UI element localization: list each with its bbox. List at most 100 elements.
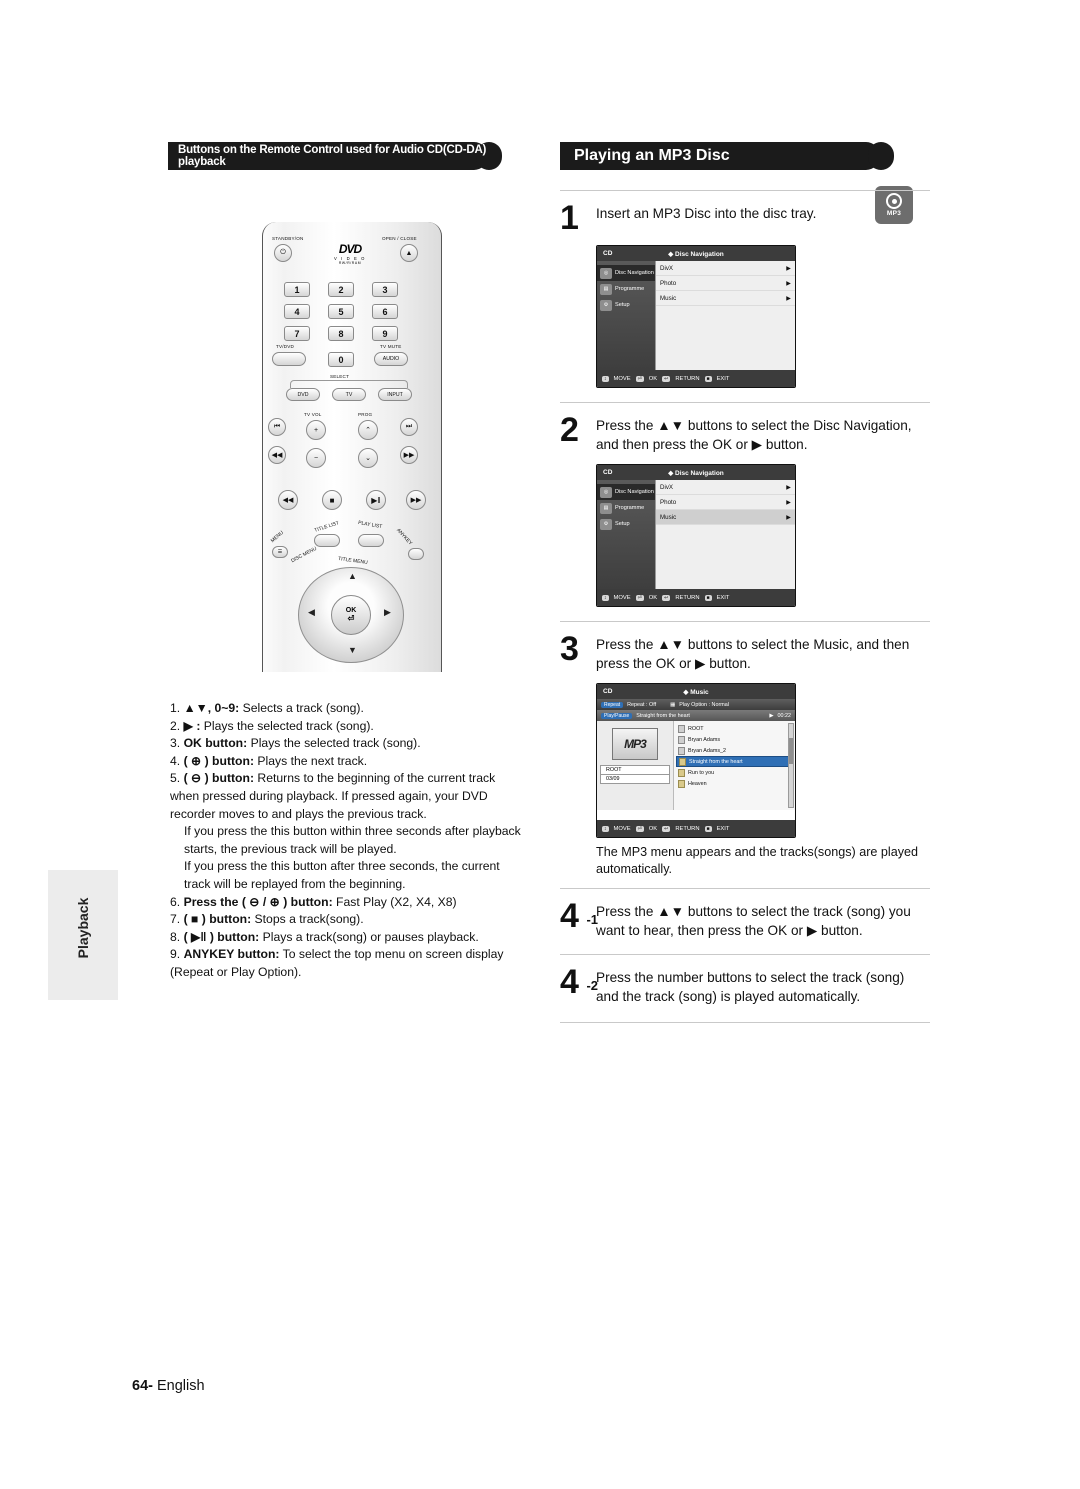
remote-number-8: 8 — [328, 326, 354, 341]
osd-screen-disc-navigation-1: CD ◆ Disc Navigation ◎ Disc Navigation ▤ P… — [596, 245, 796, 388]
osd3-option-bar: Repeat Repeat : Off ▦ Play Option : Norm… — [597, 699, 795, 710]
osd2-menu-programme: ▤ Programme — [597, 500, 655, 516]
osd1-key-return-icon: ↩ — [662, 375, 671, 382]
anykey-tag: Repeat — [601, 701, 624, 708]
remote-number-0: 0 — [328, 352, 354, 367]
remote-number-1: 1 — [284, 282, 310, 297]
osd3-repeat-value: Repeat : Off — [627, 701, 657, 708]
osd1-key-ok-icon: ⏎ — [635, 375, 644, 382]
remote-search-back-button: ◀◀ — [278, 490, 298, 510]
side-tab-label: Playback — [75, 897, 91, 959]
osd3-title: ◆ Music — [683, 688, 709, 696]
osd3-root-line: ROOT — [600, 765, 670, 775]
remote-label-prog: PROG — [358, 412, 373, 417]
remote-title-list-button — [314, 534, 340, 547]
step-3-text: Press the ▲▼ buttons to select the Music… — [596, 637, 910, 671]
remote-dpad-up: ▲ — [348, 571, 357, 581]
remote-tvdvd-button — [272, 352, 306, 366]
osd1-menu-column: ◎ Disc Navigation ▤ Programme ⚙ Setup — [597, 261, 655, 370]
divider — [560, 1022, 930, 1023]
folder-icon — [678, 735, 685, 744]
remote-number-9: 9 — [372, 326, 398, 341]
remote-label-open-close: OPEN / CLOSE — [382, 236, 417, 241]
step-4-1: 4 -1 Press the ▲▼ buttons to select the t… — [560, 889, 930, 946]
osd1-submenu-column: DivX ▶ Photo ▶ Music ▶ — [655, 261, 795, 370]
remote-number-5: 5 — [328, 304, 354, 319]
osd2-key-ok-icon: ⏎ — [635, 594, 644, 601]
osd3-key-ok-icon: ⏎ — [635, 825, 644, 832]
osd2-key-move-icon: ↕ — [602, 594, 609, 601]
remote-forward-button: ▶▶ — [400, 446, 418, 464]
mp3-album-art: MP3 — [612, 728, 658, 760]
list-item: 7. ( ■ ) button: Stops a track(song). — [170, 912, 364, 927]
remote-dpad-right: ▶ — [384, 607, 391, 617]
list-item: If you press the this button within thre… — [184, 824, 521, 856]
chevron-right-icon: ▶ — [786, 483, 791, 491]
music-file-icon — [679, 757, 686, 766]
osd2-key-return-icon: ↩ — [662, 594, 671, 601]
osd1-key-exit-icon: ■ — [704, 375, 712, 382]
step-4-2: 4 -2 Press the number buttons to select t… — [560, 955, 930, 1012]
page-number: 64- — [132, 1378, 153, 1394]
play-option-icon: ▦ — [670, 701, 676, 708]
remote-menu-button: ☰ — [272, 546, 288, 558]
remote-anykey-button — [408, 548, 424, 560]
play-tag: Play/Pause — [601, 712, 633, 719]
step-2-text: Press the ▲▼ buttons to select the Disc … — [596, 418, 912, 452]
remote-stop-button: ■ — [322, 490, 342, 510]
osd3-main: MP3 ROOT 03/09 ROOT Bryan Adams Bryan Ad… — [597, 721, 795, 810]
osd3-left-panel: MP3 ROOT 03/09 — [597, 721, 673, 810]
chevron-right-icon: ▶ — [786, 294, 791, 302]
osd1-title: ◆ Disc Navigation — [668, 250, 724, 258]
remote-number-3: 3 — [372, 282, 398, 297]
remote-volume-up-button: + — [306, 420, 326, 440]
remote-tv-button: TV — [332, 388, 366, 401]
remote-play-pause-button: ▶‖ — [366, 490, 386, 510]
remote-label-tvmute: TV MUTE — [380, 344, 402, 349]
remote-number-6: 6 — [372, 304, 398, 319]
remote-next-track-button: ⏭ — [400, 418, 418, 436]
remote-dvd-logo: DVD V I D E O RW/R/RAM — [324, 242, 376, 265]
list-item: 2. ▶ : Plays the selected track (song). — [170, 718, 374, 733]
osd2-title: ◆ Disc Navigation — [668, 469, 724, 477]
chevron-right-icon: ▶ — [786, 279, 791, 287]
folder-icon — [678, 724, 685, 733]
list-item: Run to you — [676, 767, 793, 778]
section-header-right: Playing an MP3 Disc — [560, 142, 894, 170]
remote-number-4: 4 — [284, 304, 310, 319]
remote-rewind-button: ◀◀ — [268, 446, 286, 464]
osd3-footer: ↕ MOVE ⏎ OK ↩ RETURN ■ EXIT — [597, 820, 795, 837]
list-item: 8. ( ▶‖ ) button: Plays a track(song) or… — [170, 929, 479, 944]
osd2-titlebar: CD ◆ Disc Navigation — [597, 465, 795, 480]
section-header-right-label: Playing an MP3 Disc — [574, 147, 730, 164]
step-4-1-text: Press the ▲▼ buttons to select the track… — [596, 904, 911, 938]
osd2-submenu-divx: DivX ▶ — [656, 480, 795, 495]
osd3-play-option: Play Option : Normal — [679, 701, 729, 708]
remote-label-tvdvd: TV/DVD — [276, 344, 295, 349]
remote-input-button: INPUT — [378, 388, 412, 401]
osd1-menu-programme: ▤ Programme — [597, 281, 655, 297]
remote-prog-down-button: ⌄ — [358, 448, 378, 468]
remote-dpad-left: ◀ — [308, 607, 315, 617]
osd2-menu-column: ◎ Disc Navigation ▤ Programme ⚙ Setup — [597, 480, 655, 589]
list-item: 5. ( ⊖ ) button: Returns to the beginnin… — [170, 771, 496, 821]
remote-open-close-button: ▲ — [400, 244, 418, 262]
chevron-right-icon: ▶ — [786, 513, 791, 521]
remote-dvd-button: DVD — [286, 388, 320, 401]
list-item: 6. Press the ( ⊖ / ⊕ ) button: Fast Play… — [170, 894, 457, 909]
osd1-submenu-photo: Photo ▶ — [656, 276, 795, 291]
osd3-body: Repeat Repeat : Off ▦ Play Option : Norm… — [597, 699, 795, 820]
remote-prog-up-button: ⌃ — [358, 420, 378, 440]
osd3-time: 00:22 — [777, 712, 792, 719]
list-item: 9. ANYKEY button: To select the top menu… — [170, 947, 504, 979]
osd-screen-disc-navigation-2: CD ◆ Disc Navigation ◎ Disc Navigation ▤ P… — [596, 464, 796, 607]
section-header-left: Buttons on the Remote Control used for A… — [168, 142, 502, 170]
list-item: Bryan Adams — [676, 734, 793, 745]
list-item: 3. OK button: Plays the selected track (… — [170, 736, 421, 751]
remote-play-list-button — [358, 534, 384, 547]
remote-label-tvvol: TV VOL — [304, 412, 322, 417]
scrollbar-thumb — [789, 738, 793, 764]
remote-tvmute-button: AUDIO — [374, 352, 408, 366]
osd3-key-return-icon: ↩ — [662, 825, 671, 832]
osd1-titlebar: CD ◆ Disc Navigation — [597, 246, 795, 261]
